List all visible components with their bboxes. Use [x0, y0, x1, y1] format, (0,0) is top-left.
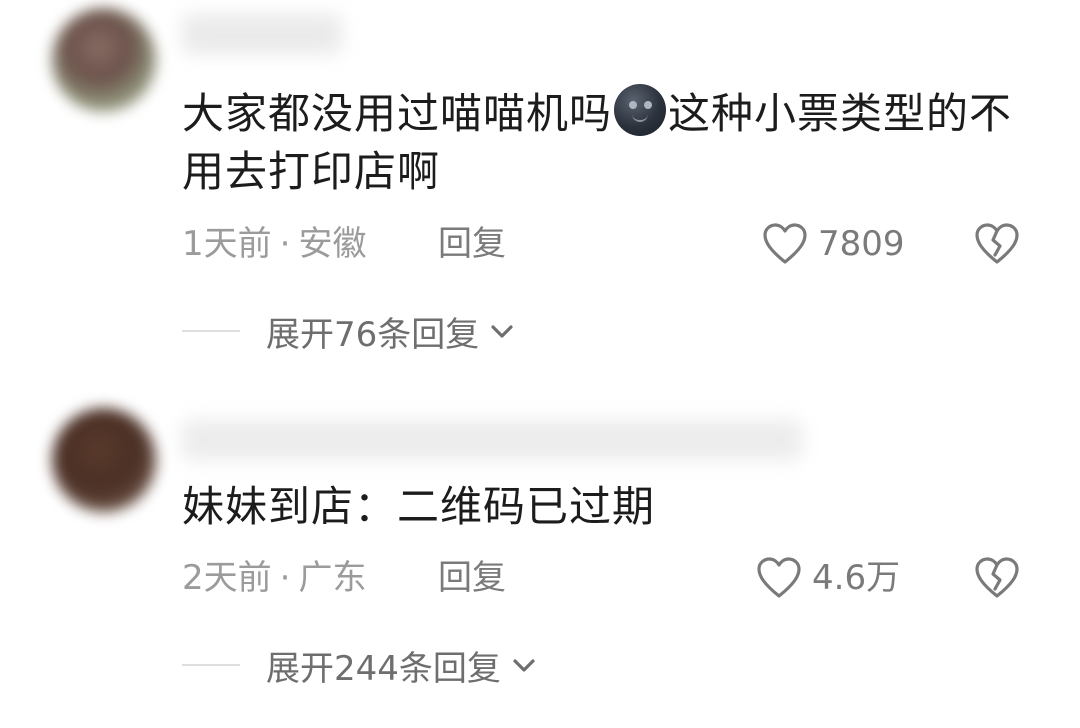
broken-heart-icon — [975, 557, 1019, 598]
expand-replies-button[interactable]: 展开76条回复 — [182, 306, 517, 356]
divider-line — [182, 330, 240, 332]
expand-replies-label: 展开244条回复 — [266, 648, 501, 689]
divider-line — [182, 664, 240, 666]
comment-item: 妹妹到店：二维码已过期 2天前 · 广东 回复 4.6万 展开244条回复 — [0, 380, 1080, 728]
username-blurred[interactable] — [182, 420, 802, 460]
expand-replies-button[interactable]: 展开244条回复 — [182, 640, 539, 690]
comment-text-part: 大家都没用过喵喵机吗 — [182, 89, 613, 138]
comment-item: 大家都没用过喵喵机吗 这种小票类型的不用去打印店啊 1天前 · 安徽 回复 7809 … — [0, 0, 1080, 380]
like-count: 7809 — [818, 224, 905, 264]
meta-separator: · — [279, 224, 291, 264]
comment-meta: 2天前 · 广东 回复 4.6万 — [182, 552, 1042, 604]
heart-outline-icon — [763, 223, 807, 264]
avatar[interactable] — [52, 8, 156, 112]
avatar[interactable] — [52, 408, 156, 512]
comment-meta: 1天前 · 安徽 回复 7809 — [182, 218, 1042, 270]
chevron-down-icon — [491, 325, 513, 338]
broken-heart-icon — [975, 223, 1019, 264]
comment-time: 1天前 — [182, 224, 272, 264]
like-button[interactable]: 4.6万 — [756, 556, 900, 600]
new-moon-face-emoji-icon — [614, 84, 667, 136]
comment-time: 2天前 — [182, 558, 272, 598]
reply-button[interactable]: 回复 — [438, 552, 506, 604]
dislike-button[interactable] — [974, 222, 1020, 266]
comment-list: 大家都没用过喵喵机吗 这种小票类型的不用去打印店啊 1天前 · 安徽 回复 7809 … — [0, 0, 1080, 728]
comment-text[interactable]: 妹妹到店：二维码已过期 — [182, 478, 1032, 536]
comment-location: 广东 — [298, 558, 367, 598]
chevron-down-icon — [513, 659, 535, 672]
like-button[interactable]: 7809 — [762, 222, 905, 266]
expand-replies-label: 展开76条回复 — [266, 314, 480, 355]
like-count: 4.6万 — [812, 558, 901, 598]
meta-separator: · — [279, 558, 291, 598]
comment-location: 安徽 — [298, 224, 367, 264]
reply-button[interactable]: 回复 — [438, 218, 506, 270]
heart-outline-icon — [757, 557, 801, 598]
dislike-button[interactable] — [974, 556, 1020, 600]
comment-text[interactable]: 大家都没用过喵喵机吗 这种小票类型的不用去打印店啊 — [182, 84, 1032, 201]
username-blurred[interactable] — [182, 14, 342, 54]
